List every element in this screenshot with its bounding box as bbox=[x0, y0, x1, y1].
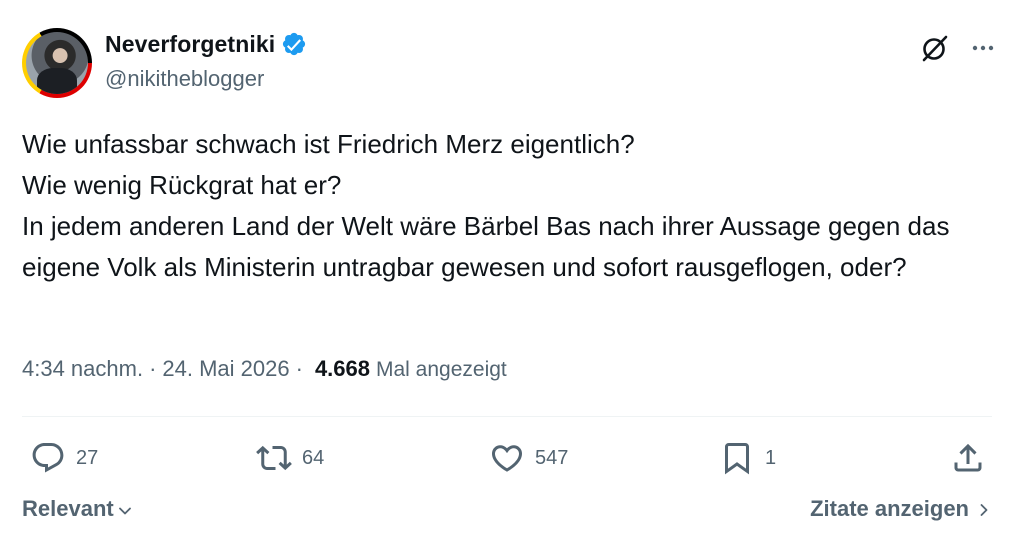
top-actions bbox=[919, 32, 997, 64]
verified-badge-icon[interactable] bbox=[281, 31, 307, 57]
tweet-time[interactable]: 4:34 nachm. bbox=[22, 356, 143, 382]
display-name[interactable]: Neverforgetniki bbox=[105, 31, 275, 58]
bookmark-button[interactable]: 1 bbox=[719, 436, 776, 480]
sort-label: Relevant bbox=[22, 496, 114, 521]
quotes-label: Zitate anzeigen bbox=[810, 496, 969, 521]
like-button[interactable]: 547 bbox=[489, 436, 568, 480]
action-bar: 27 64 547 1 bbox=[22, 436, 992, 480]
sort-dropdown[interactable]: Relevant bbox=[22, 496, 133, 522]
reply-icon bbox=[32, 443, 64, 473]
reply-button[interactable]: 27 bbox=[30, 436, 98, 480]
view-quotes-link[interactable]: Zitate anzeigen bbox=[810, 496, 992, 522]
bookmark-count: 1 bbox=[765, 446, 777, 469]
share-button[interactable] bbox=[950, 436, 986, 480]
avatar[interactable] bbox=[22, 28, 92, 98]
retweet-icon bbox=[256, 445, 292, 471]
tweet-meta: 4:34 nachm. · 24. Mai 2026 · 4.668 Mal a… bbox=[22, 356, 507, 382]
like-icon bbox=[491, 445, 523, 472]
like-count: 547 bbox=[535, 446, 569, 469]
user-info: Neverforgetniki @nikitheblogger bbox=[105, 30, 307, 92]
avatar-photo bbox=[26, 32, 88, 94]
user-handle[interactable]: @nikitheblogger bbox=[105, 66, 307, 92]
display-name-row: Neverforgetniki bbox=[105, 30, 307, 58]
chevron-down-icon bbox=[118, 507, 131, 515]
grok-icon[interactable] bbox=[919, 32, 951, 64]
reply-controls: Relevant Zitate anzeigen bbox=[22, 496, 992, 530]
divider bbox=[22, 416, 992, 417]
meta-separator: · bbox=[149, 356, 157, 381]
meta-separator: · bbox=[295, 356, 303, 381]
reply-count: 27 bbox=[76, 446, 99, 469]
tweet-text: Wie unfassbar schwach ist Friedrich Merz… bbox=[22, 129, 950, 282]
bookmark-icon bbox=[725, 443, 749, 475]
views-count[interactable]: 4.668 bbox=[315, 356, 370, 382]
views-label: Mal angezeigt bbox=[376, 358, 507, 381]
retweet-count: 64 bbox=[302, 446, 325, 469]
chevron-right-icon bbox=[980, 504, 988, 516]
more-icon[interactable] bbox=[969, 34, 997, 62]
tweet-date[interactable]: 24. Mai 2026 bbox=[162, 356, 289, 382]
retweet-button[interactable]: 64 bbox=[256, 436, 324, 480]
share-icon bbox=[954, 443, 982, 472]
